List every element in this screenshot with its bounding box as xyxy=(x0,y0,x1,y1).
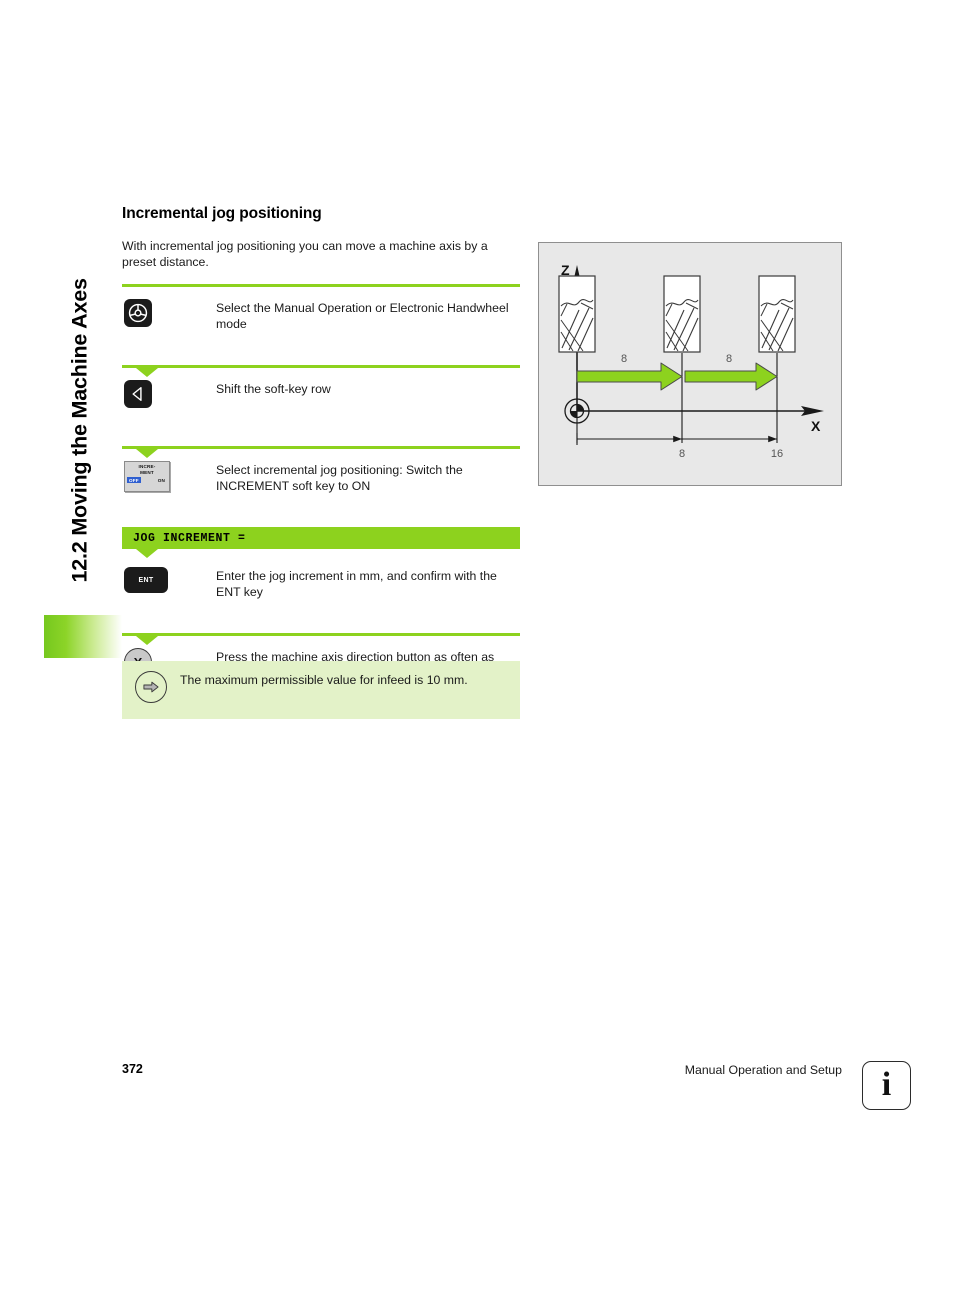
incremental-jog-diagram: Z X 8 8 8 16 xyxy=(538,242,842,486)
diagram-svg: Z X 8 8 8 16 xyxy=(558,262,824,460)
arrow-right-icon xyxy=(143,681,159,693)
steering-wheel-icon xyxy=(128,303,148,323)
main-content: Incremental jog positioning With increme… xyxy=(122,205,522,718)
flow-triangle-marker xyxy=(136,636,158,645)
info-icon: i xyxy=(881,1065,892,1103)
step-description: Shift the soft-key row xyxy=(216,382,331,396)
jog-arrow-label-1: 8 xyxy=(621,353,627,365)
intro-paragraph: With incremental jog positioning you can… xyxy=(122,239,488,269)
end-mill-tool-1 xyxy=(558,275,596,353)
ent-key[interactable]: ENT xyxy=(124,567,168,593)
step-description: Select incremental jog positioning: Swit… xyxy=(216,463,463,493)
step-key-cell: INCRE- MENT OFF ON xyxy=(122,461,216,492)
increment-softkey[interactable]: INCRE- MENT OFF ON xyxy=(124,461,170,492)
step-key-cell xyxy=(122,380,216,408)
section-tab-accent xyxy=(44,615,122,658)
end-mill-tool-3 xyxy=(758,275,796,353)
note-circle xyxy=(135,671,167,703)
step-row: Shift the soft-key row xyxy=(122,368,522,446)
jog-arrow-label-2: 8 xyxy=(726,353,732,365)
triangle-left-icon xyxy=(132,387,142,401)
step-divider xyxy=(122,365,520,377)
origin-quadrant-1 xyxy=(577,404,584,411)
x-axis-label: X xyxy=(811,418,821,434)
softkey-on-state[interactable]: ON xyxy=(158,478,167,483)
step-divider xyxy=(122,284,520,287)
jog-increment-prompt-text: JOG INCREMENT = xyxy=(133,531,246,545)
page-title: Incremental jog positioning xyxy=(122,205,322,222)
step-key-cell xyxy=(122,299,216,327)
ent-key-label: ENT xyxy=(138,576,154,584)
footer-chapter-title: Manual Operation and Setup xyxy=(684,1063,842,1077)
jog-increment-prompt-bar: JOG INCREMENT = xyxy=(122,527,520,549)
step-row: ENT Enter the jog increment in mm, and c… xyxy=(122,549,522,633)
end-mill-tool-2 xyxy=(663,275,701,353)
note-text: The maximum permissible value for infeed… xyxy=(180,673,468,687)
origin-quadrant-2 xyxy=(570,411,577,418)
step-row: INCRE- MENT OFF ON Select incremental jo… xyxy=(122,449,522,527)
flow-triangle-marker xyxy=(136,449,158,458)
page-number: 372 xyxy=(122,1062,143,1076)
step-divider xyxy=(122,633,520,645)
step-key-cell: ENT xyxy=(122,567,216,593)
dimension-label-1: 8 xyxy=(679,448,685,460)
handwheel-mode-key[interactable] xyxy=(124,299,152,327)
softkey-toggle-row: OFF ON xyxy=(125,476,169,484)
note-icon-cell xyxy=(122,661,180,703)
note-box: The maximum permissible value for infeed… xyxy=(122,661,520,719)
flow-triangle-marker xyxy=(136,549,158,558)
flow-triangle-marker xyxy=(136,368,158,377)
step-description: Enter the jog increment in mm, and confi… xyxy=(216,569,497,599)
dimension-label-2: 16 xyxy=(771,448,783,460)
shift-softkey-row-key[interactable] xyxy=(124,380,152,408)
step-divider xyxy=(122,446,520,458)
info-badge: i xyxy=(862,1061,911,1110)
step-description: Select the Manual Operation or Electroni… xyxy=(216,301,509,331)
section-title-vertical: 12.2 Moving the Machine Axes xyxy=(67,278,92,583)
step-row: Select the Manual Operation or Electroni… xyxy=(122,287,522,365)
jog-move-arrow-2 xyxy=(684,362,778,391)
jog-move-arrow-1 xyxy=(576,362,683,391)
softkey-off-state[interactable]: OFF xyxy=(127,477,141,484)
softkey-label-line2: MENT xyxy=(140,469,154,475)
